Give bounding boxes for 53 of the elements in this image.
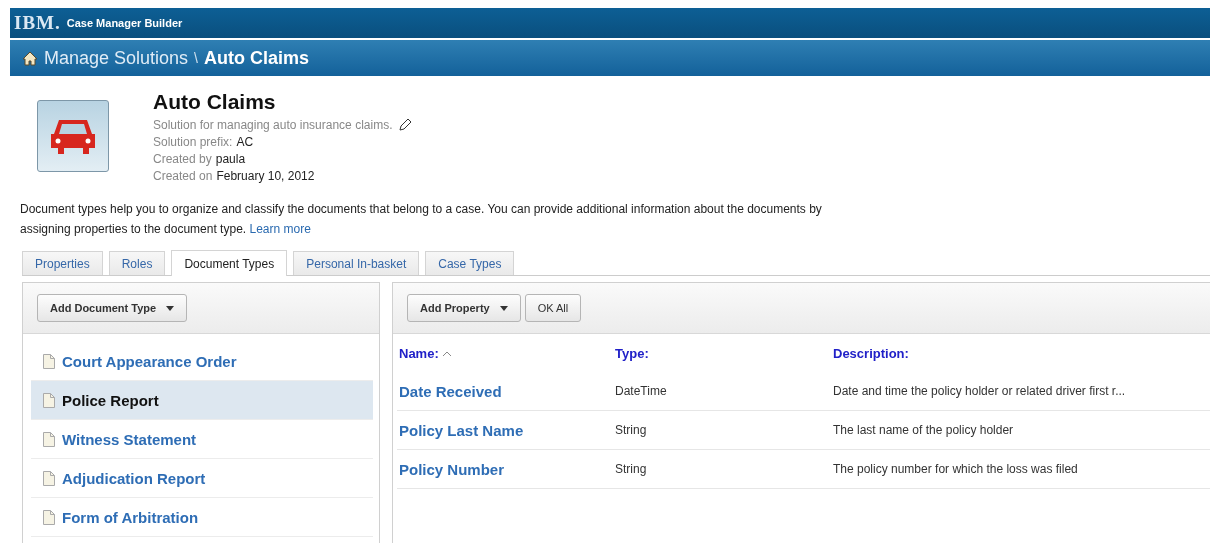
detail-label: Created on February 10, 2012 [153, 169, 315, 183]
home-icon[interactable] [22, 50, 38, 66]
ibm-logo: IBM. [14, 12, 61, 34]
solution-description: Solution for managing auto insurance claims. [153, 118, 393, 132]
property-name[interactable]: Policy Last Name [397, 411, 613, 450]
column-header[interactable]: Type: [613, 334, 831, 372]
column-header[interactable]: Description: [831, 334, 1210, 372]
document-type-item[interactable]: Adjudication Report [31, 459, 373, 498]
add-property-button[interactable]: Add Property [407, 294, 521, 322]
column-header[interactable]: Name: [397, 334, 613, 372]
document-icon [43, 431, 55, 447]
table-cell: The last name of the policy holder [831, 411, 1210, 450]
table-cell: DateTime [613, 372, 831, 411]
learn-more-link[interactable]: Learn more [249, 222, 311, 236]
solution-title: Auto Claims [153, 90, 277, 114]
document-type-label: Witness Statement [62, 430, 197, 448]
breadcrumb-link[interactable]: Manage Solutions [44, 47, 189, 69]
product-name: Case Manager Builder [66, 17, 183, 29]
detail-label: Created by paula [153, 152, 246, 166]
document-icon [43, 353, 55, 369]
breadcrumb-current: Auto Claims [204, 47, 309, 69]
tab[interactable]: Document Types [171, 250, 288, 276]
document-icon [43, 509, 55, 525]
add-document-type-button[interactable]: Add Document Type [37, 294, 188, 322]
document-type-item[interactable]: Witness Statement [31, 420, 373, 459]
table-cell: Date and time the policy holder or related driver first r... [831, 372, 1210, 411]
detail-value: AC [236, 135, 254, 149]
document-type-label: Police Report [62, 391, 159, 409]
document-type-label: Form of Arbitration [62, 508, 199, 526]
tab[interactable]: Personal In-basket [293, 251, 420, 275]
table-cell: String [613, 450, 831, 489]
document-icon [43, 470, 55, 486]
caret-icon [166, 305, 175, 311]
breadcrumb-separator: \ [194, 50, 198, 66]
intro-text: Document types help you to organize and classify the documents that belong to a case. You can provide additional information about the documents by assigning properties to the document type. Learn more [20, 201, 823, 238]
table-cell: String [613, 411, 831, 450]
document-type-label: Adjudication Report [62, 469, 206, 487]
pencil-icon[interactable] [398, 118, 413, 132]
tab[interactable]: Case Types [425, 251, 515, 275]
detail-value: paula [215, 152, 246, 166]
property-name[interactable]: Policy Number [397, 450, 613, 489]
ok-all-button[interactable]: OK All [524, 294, 582, 322]
document-icon [43, 392, 55, 408]
document-type-item[interactable]: Form of Arbitration [31, 498, 373, 537]
tab[interactable]: Roles [108, 251, 166, 275]
caret-icon [499, 305, 508, 311]
detail-label: Solution prefix: AC [153, 135, 254, 149]
detail-value: February 10, 2012 [216, 169, 315, 183]
document-type-label: Court Appearance Order [62, 352, 237, 370]
table-cell: The policy number for which the loss was filed [831, 450, 1210, 489]
property-name[interactable]: Date Received [397, 372, 613, 411]
document-type-item[interactable]: Police Report [31, 381, 373, 420]
tab[interactable]: Properties [22, 251, 103, 275]
